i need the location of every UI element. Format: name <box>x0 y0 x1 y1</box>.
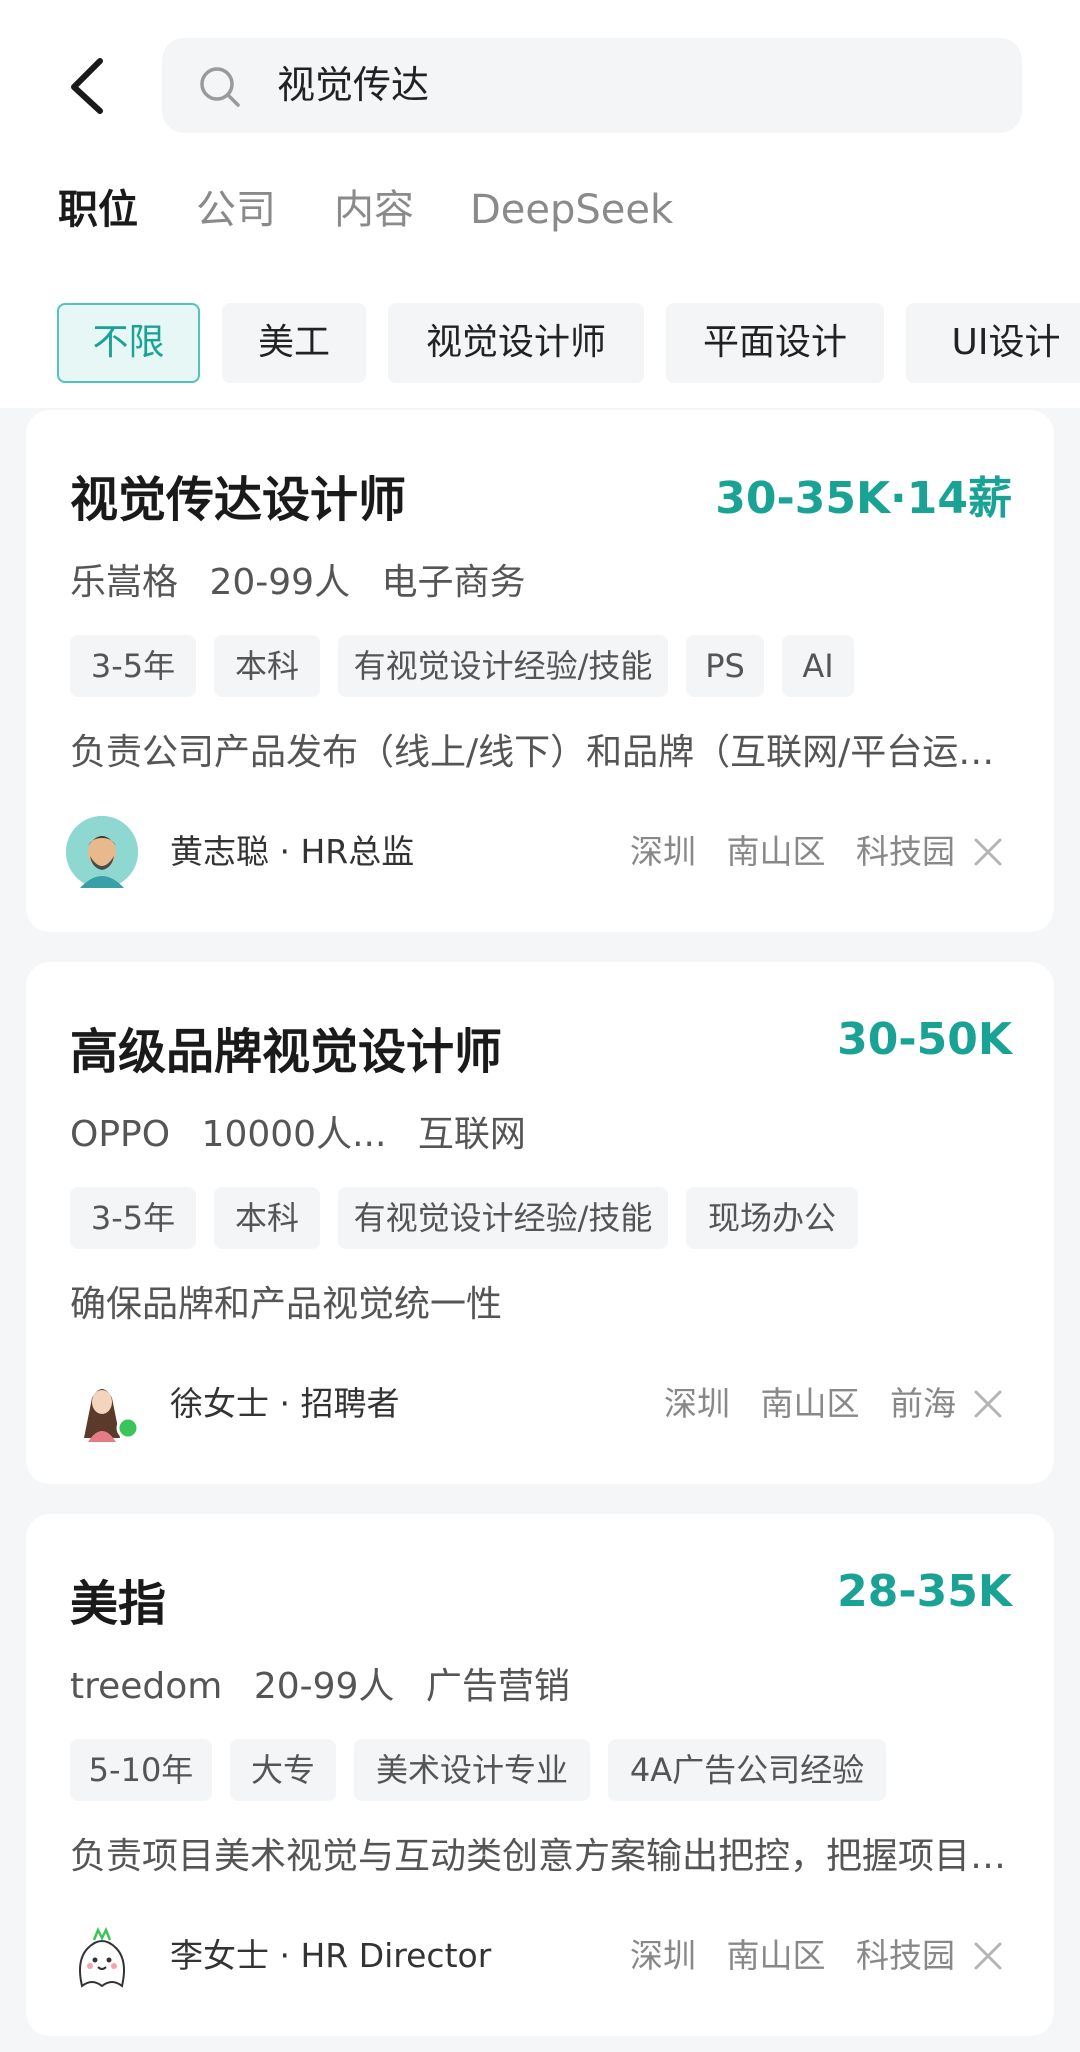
avatar[interactable] <box>66 816 138 888</box>
company-info: 乐嵩格 20-99人 电子商务 <box>70 553 526 605</box>
location-city: 深圳 <box>664 1384 730 1423</box>
tag: 4A广告公司经验 <box>608 1739 886 1801</box>
job-card[interactable]: 高级品牌视觉设计师 30-50K OPPO 10000人... 互联网 3-5年… <box>26 962 1054 1484</box>
job-description: 确保品牌和产品视觉统一性 <box>70 1284 503 1325</box>
tab-companies[interactable]: 公司 <box>196 180 276 240</box>
company-size: 20-99人 <box>253 1666 395 1707</box>
tag: 大专 <box>230 1739 336 1801</box>
company-name: OPPO <box>70 1114 171 1155</box>
job-location: 深圳 南山区 科技园 <box>630 816 955 888</box>
location-district: 南山区 <box>760 1384 860 1423</box>
company-industry: 电子商务 <box>381 562 526 603</box>
job-title: 视觉传达设计师 <box>70 472 407 528</box>
tag: 3-5年 <box>70 635 196 697</box>
location-city: 深圳 <box>630 1936 696 1975</box>
close-icon[interactable] <box>970 1386 1006 1422</box>
job-card[interactable]: 美指 28-35K treedom 20-99人 广告营销 5-10年 大专 美… <box>26 1514 1054 2036</box>
salary: 30-35K·14薪 <box>715 473 1012 524</box>
job-card[interactable]: 视觉传达设计师 30-35K·14薪 乐嵩格 20-99人 电子商务 3-5年 … <box>26 410 1054 932</box>
filter-chip-visual-designer[interactable]: 视觉设计师 <box>388 303 644 383</box>
search-icon <box>198 65 242 109</box>
company-info: OPPO 10000人... 互联网 <box>70 1105 526 1157</box>
location-city: 深圳 <box>630 832 696 871</box>
search-query: 视觉传达 <box>277 63 430 107</box>
filter-bar: 不限 美工 视觉设计师 平面设计 UI设计 <box>0 278 1080 408</box>
filter-chip-unlimited[interactable]: 不限 <box>57 303 200 383</box>
avatar[interactable] <box>66 1368 140 1442</box>
tag: 现场办公 <box>686 1187 858 1249</box>
company-size: 20-99人 <box>209 562 351 603</box>
job-location: 深圳 南山区 科技园 <box>630 1920 955 1992</box>
company-size: 10000人... <box>201 1114 387 1155</box>
tag: PS <box>686 635 764 697</box>
location-area: 科技园 <box>856 832 955 871</box>
job-title: 高级品牌视觉设计师 <box>70 1024 503 1080</box>
tag: 有视觉设计经验/技能 <box>338 635 668 697</box>
tag: 3-5年 <box>70 1187 196 1249</box>
back-arrow-icon[interactable] <box>60 55 120 115</box>
salary: 28-35K <box>837 1566 1012 1617</box>
company-name: treedom <box>70 1666 223 1707</box>
filter-chip-ui-design[interactable]: UI设计 <box>906 303 1080 383</box>
job-title: 美指 <box>70 1576 167 1632</box>
tag: AI <box>782 635 854 697</box>
location-area: 前海 <box>890 1384 956 1423</box>
filter-chip-artist[interactable]: 美工 <box>222 303 366 383</box>
top-bar: 视觉传达 职位 公司 内容 DeepSeek <box>0 0 1080 278</box>
company-industry: 广告营销 <box>425 1666 570 1707</box>
location-district: 南山区 <box>726 1936 826 1975</box>
salary: 30-50K <box>837 1014 1012 1065</box>
filter-chip-graphic-design[interactable]: 平面设计 <box>666 303 884 383</box>
avatar[interactable] <box>66 1920 138 1992</box>
recruiter-name: 黄志聪 · HR总监 <box>170 832 415 871</box>
tab-deepseek[interactable]: DeepSeek <box>470 180 673 240</box>
tag: 5-10年 <box>70 1739 212 1801</box>
job-description: 负责项目美术视觉与互动类创意方案输出把控，把握项目整体 <box>70 1836 1030 1877</box>
location-district: 南山区 <box>726 832 826 871</box>
tag: 美术设计专业 <box>354 1739 590 1801</box>
job-location: 深圳 南山区 前海 <box>664 1368 956 1440</box>
location-area: 科技园 <box>856 1936 955 1975</box>
search-input[interactable]: 视觉传达 <box>162 38 1022 133</box>
tag: 本科 <box>214 1187 320 1249</box>
close-icon[interactable] <box>970 834 1006 870</box>
job-description: 负责公司产品发布（线上/线下）和品牌（互联网/平台运营） <box>70 732 1030 773</box>
tag: 本科 <box>214 635 320 697</box>
close-icon[interactable] <box>970 1938 1006 1974</box>
company-info: treedom 20-99人 广告营销 <box>70 1657 570 1709</box>
recruiter-name: 李女士 · HR Director <box>170 1936 492 1975</box>
company-industry: 互联网 <box>417 1114 526 1155</box>
tab-content[interactable]: 内容 <box>334 180 414 240</box>
recruiter-name: 徐女士 · 招聘者 <box>170 1384 400 1423</box>
tab-positions[interactable]: 职位 <box>58 180 138 240</box>
tag: 有视觉设计经验/技能 <box>338 1187 668 1249</box>
company-name: 乐嵩格 <box>70 562 179 603</box>
